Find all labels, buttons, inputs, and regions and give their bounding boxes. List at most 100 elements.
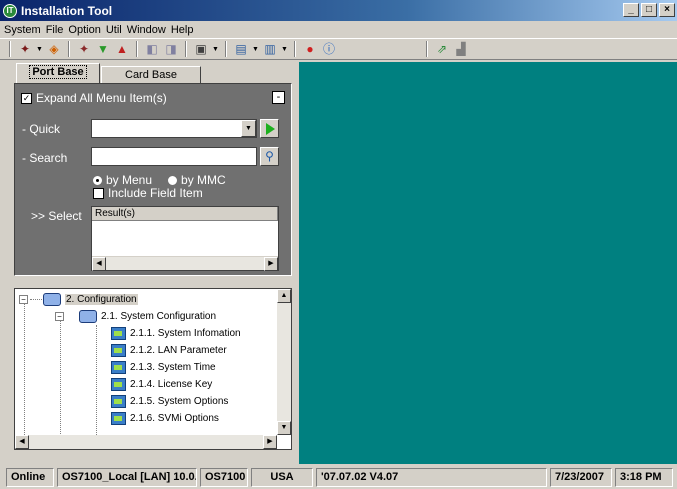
tree-leaf[interactable]: 2.1.5. System Options	[111, 393, 228, 410]
minimize-button[interactable]: _	[623, 3, 639, 17]
status-mode: Online	[6, 468, 54, 487]
tree-horizontal-scrollbar[interactable]: ◀ ▶	[15, 435, 277, 449]
toolbar: ✦ ▼ ◈ ✦ ▼ ▲ ◧ ◨ ▣ ▼ ▤ ▼ ▥ ▼ ● ⓘ ⇗ ▟	[0, 38, 677, 60]
menu-tree: − 2. Configuration − 2.1. System Configu…	[14, 288, 292, 450]
close-button[interactable]: ×	[659, 3, 675, 17]
radio-dot	[168, 175, 178, 185]
window-icon[interactable]: ▣	[193, 41, 209, 57]
result-header: Result(s)	[92, 207, 278, 221]
tree-vertical-scrollbar[interactable]: ▲ ▼	[277, 289, 291, 435]
include-field-checkbox[interactable]	[93, 187, 104, 199]
backward-icon[interactable]: ◧	[144, 41, 160, 57]
search-button[interactable]: ⚲	[260, 147, 279, 166]
scroll-right-icon[interactable]: ▶	[263, 435, 277, 449]
quick-go-button[interactable]	[260, 119, 279, 138]
connect-icon[interactable]: ✦	[17, 41, 33, 57]
config-icon[interactable]: ▥	[262, 41, 278, 57]
maximize-button[interactable]: □	[641, 3, 657, 17]
scroll-down-icon[interactable]: ▼	[277, 421, 291, 435]
search-label: - Search	[22, 151, 68, 165]
quick-label: - Quick	[22, 122, 61, 136]
tree-leaf-label: 2.1.6. SVMi Options	[130, 413, 219, 424]
menu-file[interactable]: File	[46, 24, 69, 36]
status-connection: OS7100_Local [LAN] 10.0.0	[57, 468, 197, 487]
tree-leaf-label: 2.1.5. System Options	[130, 396, 229, 407]
status-system: OS7100	[200, 468, 248, 487]
window-title: Installation Tool	[21, 3, 113, 18]
collapse-button[interactable]: -	[272, 91, 285, 104]
tree-leaf-label: 2.1.2. LAN Parameter	[130, 345, 227, 356]
chevron-down-icon[interactable]: ▼	[212, 46, 219, 53]
toolbar-separator	[426, 41, 428, 57]
search-input[interactable]	[91, 147, 257, 166]
toolbar-separator	[294, 41, 296, 57]
collapse-toggle[interactable]: −	[55, 312, 64, 321]
expand-all-label: Expand All Menu Item(s)	[36, 91, 167, 105]
radio-dot	[93, 175, 102, 185]
play-icon	[266, 123, 275, 135]
settings-page-icon	[111, 378, 126, 391]
workspace-area	[299, 62, 677, 464]
app-icon: IT	[3, 3, 17, 18]
tree-leaf-label: 2.1.3. System Time	[130, 362, 216, 373]
menu-bar: System File Option Util Window Help	[0, 21, 677, 38]
toolbar-separator	[185, 41, 187, 57]
menu-system[interactable]: System	[4, 24, 46, 36]
export-icon[interactable]: ⇗	[434, 41, 450, 57]
tree-node-configuration[interactable]: − 2. Configuration	[19, 291, 138, 308]
scroll-up-icon[interactable]: ▲	[277, 289, 291, 303]
chevron-down-icon[interactable]: ▼	[36, 46, 43, 53]
import-icon[interactable]: ▟	[453, 41, 469, 57]
disconnect-icon[interactable]: ◈	[46, 41, 62, 57]
report-icon[interactable]: ▤	[233, 41, 249, 57]
result-scrollbar[interactable]: ◀ ▶	[92, 256, 278, 271]
upload-icon[interactable]: ▲	[114, 41, 130, 57]
scroll-left-icon[interactable]: ◀	[15, 435, 29, 449]
tree-leaf[interactable]: 2.1.2. LAN Parameter	[111, 342, 227, 359]
tree-leaf[interactable]: 2.1.3. System Time	[111, 359, 216, 376]
tab-port-base-label: Port Base	[29, 65, 87, 79]
tree-node-label: 2. Configuration	[65, 294, 138, 305]
status-time: 3:18 PM	[615, 468, 673, 487]
settings-page-icon	[111, 344, 126, 357]
settings-page-icon	[111, 361, 126, 374]
stop-icon[interactable]: ●	[302, 41, 318, 57]
menu-help[interactable]: Help	[171, 24, 199, 36]
left-panel: Port Base Card Base ✓ Expand All Menu It…	[10, 62, 297, 464]
by-menu-label: by Menu	[106, 173, 153, 187]
tab-strip: Port Base Card Base	[16, 63, 201, 85]
toolbar-separator	[225, 41, 227, 57]
chevron-down-icon[interactable]: ▼	[241, 120, 256, 137]
info-icon[interactable]: ⓘ	[321, 41, 337, 57]
tree-leaf[interactable]: 2.1.4. License Key	[111, 376, 212, 393]
tree-leaf[interactable]: 2.1.6. SVMi Options	[111, 410, 219, 427]
scroll-left-icon[interactable]: ◀	[92, 257, 106, 271]
folder-icon	[43, 293, 61, 306]
tool-icon[interactable]: ✦	[76, 41, 92, 57]
status-version: '07.07.02 V4.07	[316, 468, 547, 487]
forward-icon[interactable]: ◨	[163, 41, 179, 57]
status-date: 7/23/2007	[550, 468, 612, 487]
menu-util[interactable]: Util	[106, 24, 127, 36]
menu-option[interactable]: Option	[68, 24, 105, 36]
result-list[interactable]: Result(s) ◀ ▶	[91, 206, 279, 271]
by-mmc-radio[interactable]: by MMC	[168, 173, 226, 187]
settings-page-icon	[111, 395, 126, 408]
tree-node-system-configuration[interactable]: − 2.1. System Configuration	[55, 308, 216, 325]
chevron-down-icon[interactable]: ▼	[281, 46, 288, 53]
tab-port-base[interactable]: Port Base	[16, 63, 100, 84]
collapse-toggle[interactable]: −	[19, 295, 28, 304]
tree-leaf[interactable]: 2.1.1. System Infomation	[111, 325, 241, 342]
status-bar: Online OS7100_Local [LAN] 10.0.0 OS7100 …	[0, 466, 677, 489]
scroll-right-icon[interactable]: ▶	[264, 257, 278, 271]
menu-window[interactable]: Window	[127, 24, 171, 36]
download-icon[interactable]: ▼	[95, 41, 111, 57]
expand-all-checkbox[interactable]: ✓	[21, 92, 32, 104]
by-mmc-label: by MMC	[181, 173, 226, 187]
chevron-down-icon[interactable]: ▼	[252, 46, 259, 53]
quick-select[interactable]: ▼	[91, 119, 257, 138]
folder-icon	[79, 310, 97, 323]
by-menu-radio[interactable]: by Menu	[93, 173, 152, 187]
toolbar-separator	[136, 41, 138, 57]
toolbar-separator	[68, 41, 70, 57]
